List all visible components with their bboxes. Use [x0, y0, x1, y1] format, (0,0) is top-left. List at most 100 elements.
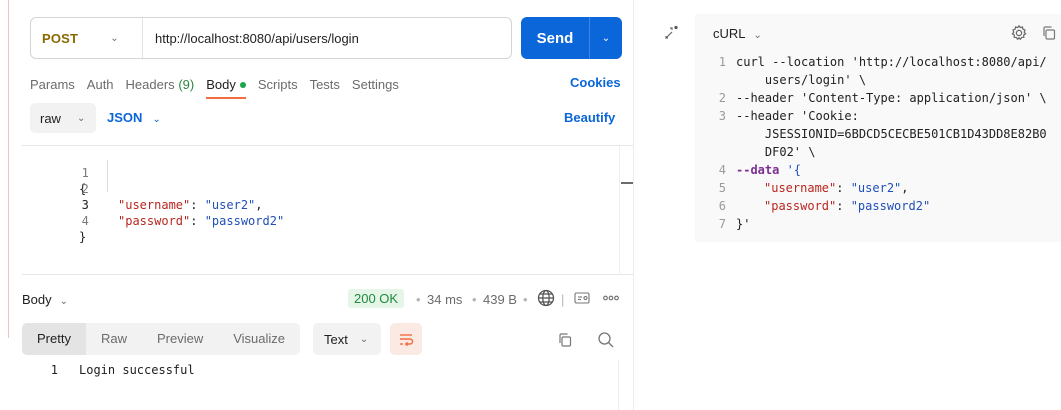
- code-snippet-icon[interactable]: [662, 24, 680, 42]
- meta-separator: •: [472, 292, 477, 307]
- tab-auth[interactable]: Auth: [87, 77, 114, 92]
- indent-guide: [107, 160, 108, 192]
- json-value: "user2": [204, 198, 256, 212]
- gear-icon[interactable]: [1010, 24, 1028, 42]
- headers-count: (9): [178, 76, 195, 92]
- meta-separator: |: [561, 292, 565, 307]
- line-number: 1: [718, 55, 726, 69]
- snippet-keyword: --data: [736, 163, 780, 177]
- search-icon[interactable]: [596, 330, 616, 350]
- tab-scripts[interactable]: Scripts: [258, 77, 298, 92]
- tab-tests[interactable]: Tests: [310, 77, 340, 92]
- json-value: "password2": [204, 214, 285, 228]
- snippet-language-select[interactable]: cURL ⌄: [713, 26, 762, 41]
- line-number: 3: [718, 109, 726, 123]
- view-tab-raw[interactable]: Raw: [86, 323, 142, 355]
- json-key: "password": [764, 199, 837, 213]
- line-number: 6: [718, 199, 726, 213]
- editor-line: 2 "username": "user2",: [22, 165, 263, 212]
- line-number: 2: [81, 182, 89, 196]
- response-time[interactable]: 34 ms: [427, 292, 462, 307]
- tab-headers[interactable]: Headers (9): [126, 77, 195, 92]
- view-tab-pretty[interactable]: Pretty: [22, 323, 86, 355]
- status-badge[interactable]: 200 OK: [348, 289, 405, 308]
- view-tab-visualize[interactable]: Visualize: [218, 323, 300, 355]
- json-key: "username": [764, 181, 837, 195]
- code-text: "password": "password2": [118, 214, 285, 228]
- line-number: 7: [718, 217, 726, 231]
- body-mode-label: raw: [40, 110, 61, 126]
- wrap-lines-button[interactable]: [390, 323, 422, 355]
- response-size[interactable]: 439 B: [483, 292, 517, 307]
- more-icon[interactable]: [601, 288, 621, 308]
- editor-line: 3 "password": "password2": [22, 181, 285, 228]
- chevron-down-icon: ⌄: [110, 32, 119, 44]
- copy-icon[interactable]: [556, 331, 574, 349]
- chevron-down-icon: ⌄: [76, 112, 86, 124]
- response-body-select[interactable]: Body ⌄: [22, 292, 68, 307]
- scrollbar-marker: [621, 182, 633, 184]
- response-body-label: Body: [22, 292, 52, 307]
- chevron-down-icon: ⌄: [59, 296, 69, 307]
- body-indicator-dot: [239, 82, 246, 89]
- pane-divider[interactable]: [633, 0, 634, 410]
- tab-settings[interactable]: Settings: [352, 77, 399, 92]
- view-tab-preview[interactable]: Preview: [142, 323, 218, 355]
- url-input[interactable]: [143, 18, 511, 58]
- method-label: POST: [42, 30, 79, 46]
- snippet-line: users/login' \: [736, 73, 867, 87]
- body-language-select[interactable]: JSON ⌄: [107, 110, 161, 125]
- method-select[interactable]: POST ⌄: [31, 18, 143, 58]
- response-format-select[interactable]: Text ⌄: [313, 323, 381, 355]
- send-label: Send: [536, 29, 574, 47]
- json-key: "username": [118, 198, 191, 212]
- tab-params[interactable]: Params: [30, 77, 75, 92]
- line-number: 2: [718, 91, 726, 105]
- snippet-line: JSESSIONID=6BDCD5CECBE501CB1D43DD8E82B0: [736, 127, 1047, 141]
- tab-body[interactable]: Body: [206, 77, 246, 99]
- url-bar: POST ⌄: [30, 17, 512, 59]
- line-number: 1: [81, 166, 89, 180]
- snippet-line: "username": "user2",: [764, 181, 909, 195]
- meta-separator: •: [416, 292, 421, 307]
- chevron-down-icon: ⌄: [152, 114, 161, 125]
- globe-icon[interactable]: [536, 288, 556, 308]
- body-language-label: JSON: [107, 110, 143, 125]
- snippet-string: '{: [779, 163, 802, 177]
- tab-headers-label: Headers: [125, 76, 175, 92]
- json-value: "user2": [850, 181, 902, 195]
- line-number: 4: [718, 163, 726, 177]
- editor-scrollbar[interactable]: [619, 146, 633, 274]
- code-text: }: [79, 230, 87, 244]
- send-button[interactable]: Send ⌄: [521, 17, 622, 59]
- response-format-label: Text: [324, 331, 348, 347]
- snippet-line: curl --location 'http://localhost:8080/a…: [736, 55, 1047, 69]
- cookies-link[interactable]: Cookies: [570, 75, 621, 90]
- copy-icon[interactable]: [1040, 24, 1058, 42]
- body-editor[interactable]: 1 { 2 "username": "user2", 3 "password":…: [22, 145, 633, 275]
- response-scroll-rule: [618, 360, 619, 410]
- chevron-down-icon[interactable]: ⌄: [590, 33, 622, 44]
- snippet-line: DF02' \: [736, 145, 816, 159]
- body-mode-select[interactable]: raw ⌄: [30, 103, 96, 133]
- meta-separator: •: [523, 292, 528, 307]
- json-value: "password2": [850, 199, 931, 213]
- beautify-button[interactable]: Beautify: [564, 110, 615, 125]
- request-tabs: Params Auth Headers (9) Body Scripts Tes…: [30, 74, 411, 99]
- snippet-line: "password": "password2": [764, 199, 931, 213]
- editor-line: 4 }: [22, 197, 89, 244]
- left-edge-rule: [8, 0, 9, 338]
- json-key: "password": [118, 214, 191, 228]
- line-number: 3: [81, 198, 89, 212]
- snippet-line: --data '{: [736, 161, 801, 179]
- line-number: 4: [81, 214, 89, 228]
- chevron-down-icon: ⌄: [753, 30, 762, 41]
- snippet-language-label: cURL: [713, 26, 746, 41]
- certificate-icon[interactable]: [572, 288, 592, 308]
- snippet-line: }': [736, 217, 751, 231]
- line-number: 5: [718, 181, 726, 195]
- chevron-down-icon: ⌄: [359, 333, 369, 345]
- wrap-lines-icon: [400, 334, 414, 347]
- response-content: Login successful: [79, 363, 195, 377]
- snippet-line: --header 'Cookie:: [736, 109, 859, 123]
